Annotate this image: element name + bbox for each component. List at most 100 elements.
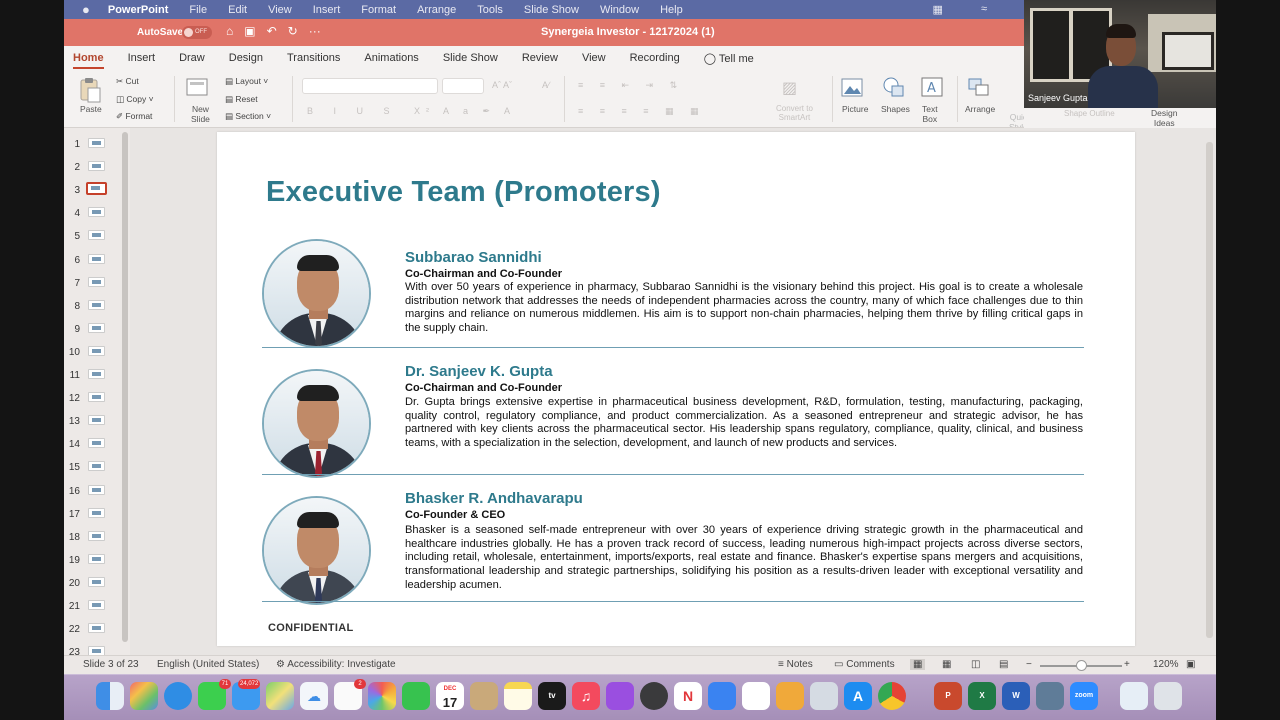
slide-thumbnail[interactable]: 18 [64,526,126,546]
shapes-label[interactable]: Shapes [881,104,910,114]
autosave-toggle[interactable]: OFF [182,26,212,39]
slide-thumbnail[interactable]: 22 [64,618,126,638]
slide-thumbnail[interactable]: 23 [64,641,126,655]
member-name[interactable]: Subbarao Sannidhi [405,249,542,266]
news-icon[interactable]: N [674,682,702,710]
tab-recording[interactable]: Recording [630,52,680,64]
app-store-icon[interactable]: A [844,682,872,710]
copy-button[interactable]: ◫ Copy ˅ [116,94,154,105]
redo-icon[interactable]: ↻ [288,24,298,38]
zoom-in-icon[interactable]: + [1124,659,1130,670]
thumbnails-scrollbar[interactable] [122,132,128,642]
paste-label[interactable]: Paste [80,104,102,114]
language-indicator[interactable]: English (United States) [157,659,259,670]
member-name[interactable]: Bhasker R. Andhavarapu [405,490,583,507]
system-settings-icon[interactable] [640,682,668,710]
tab-home[interactable]: Home [73,52,104,69]
zoom-slider-knob[interactable] [1076,660,1087,671]
slide-thumbnail[interactable]: 5 [64,225,126,245]
tab-insert[interactable]: Insert [128,52,156,64]
member-bio[interactable]: With over 50 years of experience in phar… [405,281,1083,336]
maps-icon[interactable] [266,682,294,710]
design-ideas-label[interactable]: Design Ideas [1151,108,1177,128]
font-color-icons[interactable]: X² A a ✒ A [414,106,516,117]
notes-button[interactable]: ≡ Notes [778,659,813,670]
picture-icon[interactable] [841,78,863,98]
member-role[interactable]: Co-Founder & CEO [405,509,505,521]
tab-review[interactable]: Review [522,52,558,64]
menu-edit[interactable]: Edit [228,4,247,16]
font-size-grow-icon[interactable]: Aˆ Aˇ [492,80,512,90]
slide-thumbnail[interactable]: 1 [64,133,126,153]
menu-tools[interactable]: Tools [477,4,503,16]
numbers-icon[interactable] [742,682,770,710]
font-size-field[interactable] [442,78,484,94]
tab-design[interactable]: Design [229,52,263,64]
slide-thumbnails-pane[interactable]: 1 2 3 4 5 6 7 8 9 10 11 12 13 14 15 16 17 18 19 20 21 22 23 [64,128,130,655]
layout-button[interactable]: ▤ Layout ˅ [225,76,268,87]
arrange-label[interactable]: Arrange [965,104,995,114]
zoom-level[interactable]: 120% [1153,659,1179,670]
slide-thumbnail[interactable]: 19 [64,549,126,569]
reading-view-icon[interactable]: ◫ [971,659,980,670]
menu-arrange[interactable]: Arrange [417,4,456,16]
tab-view[interactable]: View [582,52,606,64]
music-icon[interactable]: ♫ [572,682,600,710]
slide-title[interactable]: Executive Team (Promoters) [266,176,661,209]
finder-sidecar-icon[interactable] [810,682,838,710]
slide-canvas[interactable]: Executive Team (Promoters) Subbarao Sann… [217,132,1135,646]
slide-thumbnail[interactable]: 3 [64,179,126,199]
team-member-card[interactable]: Bhasker R. Andhavarapu Co-Founder & CEO … [262,490,1087,605]
slide-thumbnail[interactable]: 2 [64,156,126,176]
tab-slide-show[interactable]: Slide Show [443,52,498,64]
editor-scrollbar[interactable] [1206,142,1213,638]
icloud-icon[interactable]: ☁ [300,682,328,710]
slide-thumbnail[interactable]: 6 [64,249,126,269]
bullets-icons[interactable]: ≡ ≡ ⇤ ⇥ ⇅ [578,80,684,91]
shape-outline-label[interactable]: Shape Outline [1064,109,1115,118]
keynote-icon[interactable] [708,682,736,710]
slide-thumbnail[interactable]: 9 [64,318,126,338]
slide-thumbnail[interactable]: 20 [64,572,126,592]
more-icon[interactable]: ··· [309,24,321,38]
member-role[interactable]: Co-Chairman and Co-Founder [405,382,562,394]
contacts-icon[interactable] [470,682,498,710]
undo-icon[interactable]: ↶ [267,24,277,38]
slide-thumbnail[interactable]: 17 [64,503,126,523]
screen-share-icon[interactable]: ▦ [933,3,943,16]
reset-button[interactable]: ▤ Reset [225,94,258,105]
slide-thumbnail[interactable]: 12 [64,387,126,407]
photos-icon[interactable] [368,682,396,710]
remote-desktop-icon[interactable] [1036,682,1064,710]
smartart-icon[interactable]: ▨ [782,78,797,98]
comments-button[interactable]: ▭ Comments [834,659,895,670]
slide-thumbnail[interactable]: 10 [64,341,126,361]
trash-icon[interactable] [1154,682,1182,710]
picture-label[interactable]: Picture [842,104,868,114]
calendar-icon[interactable]: DEC 17 [436,682,464,710]
member-photo[interactable] [262,369,371,478]
menu-slide-show[interactable]: Slide Show [524,4,579,16]
member-bio[interactable]: Bhasker is a seasoned self-made entrepre… [405,524,1083,593]
tab-tell-me[interactable]: ◯ Tell me [704,52,754,65]
slide-thumbnail[interactable]: 16 [64,480,126,500]
apple-icon[interactable]: ● [82,3,90,16]
slide-thumbnail[interactable]: 11 [64,364,126,384]
pages-icon[interactable] [776,682,804,710]
menu-file[interactable]: File [189,4,207,16]
menu-insert[interactable]: Insert [313,4,341,16]
video-participant-tile[interactable] [1024,0,1216,108]
member-photo[interactable] [262,496,371,605]
quick-styles-label[interactable]: Quick Styles [1009,112,1024,127]
paste-icon[interactable] [78,76,102,104]
menu-app-name[interactable]: PowerPoint [108,4,169,16]
finder-icon[interactable] [96,682,124,710]
normal-view-icon[interactable]: ▦ [910,659,926,670]
font-name-field[interactable] [302,78,438,94]
format-painter-button[interactable]: ✐ Format [116,111,152,122]
menu-view[interactable]: View [268,4,292,16]
member-photo[interactable] [262,239,371,348]
menu-window[interactable]: Window [600,4,639,16]
member-name[interactable]: Dr. Sanjeev K. Gupta [405,363,553,380]
slide-thumbnail[interactable]: 8 [64,295,126,315]
